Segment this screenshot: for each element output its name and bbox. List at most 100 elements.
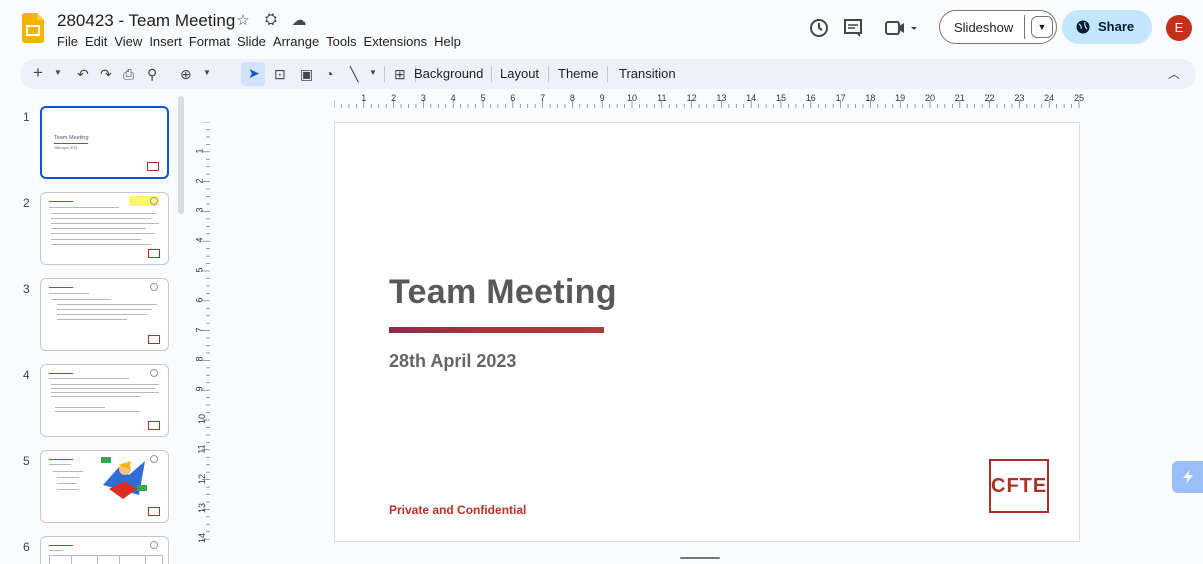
print-icon[interactable]: ⎙ xyxy=(123,66,134,83)
thumb-line xyxy=(55,407,105,408)
thumb-accent xyxy=(49,201,73,202)
ruler-label: 23 xyxy=(1014,93,1025,103)
collapse-toolbar-icon[interactable]: ︿ xyxy=(1168,65,1180,82)
zoom-dropdown-icon[interactable]: ▼ xyxy=(203,68,211,77)
menu-file[interactable]: File xyxy=(57,34,83,49)
thumb-title: Team Meeting xyxy=(54,135,89,141)
thumb-date: 28th April 2023 xyxy=(54,146,78,150)
ruler-label: 16 xyxy=(805,93,816,103)
insert-image-icon[interactable]: ▣ xyxy=(300,66,313,83)
slide-canvas[interactable]: Team Meeting 28th April 2023 Private and… xyxy=(334,122,1080,542)
ruler-label: 3 xyxy=(194,207,205,213)
share-button[interactable]: Share xyxy=(1062,10,1152,44)
document-title[interactable]: 280423 - Team Meeting xyxy=(57,11,235,31)
thumb-line xyxy=(57,489,79,490)
ruler-label: 6 xyxy=(194,297,205,303)
thumb-accent xyxy=(49,459,73,460)
theme-button[interactable]: Theme xyxy=(558,66,598,81)
ruler-label: 13 xyxy=(197,503,208,514)
ruler-label: 9 xyxy=(599,93,605,103)
ruler-label: 10 xyxy=(197,413,208,425)
slideshow-label: Slideshow xyxy=(954,20,1014,35)
transition-button[interactable]: Transition xyxy=(619,66,676,81)
thumb-table-col xyxy=(71,555,72,564)
filmstrip-scrollbar[interactable] xyxy=(178,96,184,214)
ruler-label: 1 xyxy=(194,148,205,154)
slide-thumbnail-1[interactable]: Team Meeting 28th April 2023 xyxy=(40,106,169,179)
slide-number: 4 xyxy=(23,368,30,382)
menu-help[interactable]: Help xyxy=(434,34,466,49)
horizontal-ruler: 1 2 3 4 5 6 7 8 9 10 11 12 13 14 15 16 17 18 19 20 21 22 23 24 2… xyxy=(334,92,1084,109)
menu-view[interactable]: View xyxy=(114,34,147,49)
new-slide-dropdown-icon[interactable]: ▼ xyxy=(54,68,62,77)
ruler-label: 2 xyxy=(391,93,397,103)
slide-thumbnail-3[interactable] xyxy=(40,278,169,351)
slide-thumbnail-6[interactable] xyxy=(40,536,169,564)
thumb-accent xyxy=(49,545,73,546)
thumb-icon xyxy=(150,283,158,291)
slide-thumbnail-4[interactable] xyxy=(40,364,169,437)
shape-icon[interactable]: ◔ xyxy=(325,66,333,82)
menu-format[interactable]: Format xyxy=(189,34,235,49)
menu-arrange[interactable]: Arrange xyxy=(273,34,324,49)
thumb-logo xyxy=(147,162,159,171)
account-avatar[interactable]: E xyxy=(1166,15,1192,41)
slide-thumbnail-2[interactable] xyxy=(40,192,169,265)
slide-thumbnail-5[interactable] xyxy=(40,450,169,523)
title-underline[interactable] xyxy=(389,327,604,333)
cloud-status-icon[interactable]: ☁ xyxy=(290,11,308,29)
menu-insert[interactable]: Insert xyxy=(149,34,187,49)
toolbar-divider xyxy=(491,66,492,82)
thumb-table-col xyxy=(145,555,146,564)
zoom-icon[interactable]: ⊕ xyxy=(180,66,192,83)
thumb-table-col xyxy=(119,555,120,564)
text-box-icon[interactable]: ⊡ xyxy=(274,66,286,83)
slideshow-button[interactable]: Slideshow ▼ xyxy=(939,10,1057,44)
cfte-logo[interactable]: CFTE xyxy=(989,459,1049,513)
ruler-label: 21 xyxy=(954,93,965,103)
speaker-notes-handle[interactable] xyxy=(680,557,720,559)
move-to-drive-icon[interactable]: ⛭ xyxy=(262,11,280,29)
comments-icon[interactable] xyxy=(842,17,864,39)
ruler-label: 17 xyxy=(835,93,846,103)
thumb-line xyxy=(57,483,77,484)
insert-comment-icon[interactable]: ⊞ xyxy=(394,66,406,83)
meet-call-icon[interactable] xyxy=(884,17,920,39)
layout-button[interactable]: Layout xyxy=(500,66,539,81)
new-slide-icon[interactable]: + xyxy=(33,63,43,83)
slide-date[interactable]: 28th April 2023 xyxy=(389,351,516,372)
slides-logo-icon[interactable] xyxy=(22,13,44,43)
slideshow-dropdown-icon[interactable]: ▼ xyxy=(1031,16,1053,38)
thumb-line xyxy=(57,319,127,320)
confidential-footer[interactable]: Private and Confidential xyxy=(389,503,526,517)
side-panel-toggle[interactable] xyxy=(1172,461,1203,493)
menu-edit[interactable]: Edit xyxy=(85,34,112,49)
thumb-line xyxy=(51,239,141,240)
thumb-cartoon-image xyxy=(99,455,149,501)
background-button[interactable]: Background xyxy=(414,66,483,81)
menu-slide[interactable]: Slide xyxy=(237,34,271,49)
thumb-logo xyxy=(148,507,160,516)
thumb-line xyxy=(51,218,151,219)
ruler-label: 9 xyxy=(194,386,205,392)
thumb-underline xyxy=(54,143,88,144)
menu-bar: File Edit View Insert Format Slide Arran… xyxy=(57,34,468,49)
thumb-line xyxy=(49,207,119,208)
ruler-label: 5 xyxy=(194,267,205,273)
thumb-line xyxy=(51,213,156,214)
line-dropdown-icon[interactable]: ▼ xyxy=(369,68,377,77)
star-icon[interactable]: ☆ xyxy=(234,11,252,29)
menu-tools[interactable]: Tools xyxy=(326,34,361,49)
redo-icon[interactable]: ↷ xyxy=(100,66,112,83)
paint-format-icon[interactable]: ⚲ xyxy=(147,66,157,83)
ruler-label: 12 xyxy=(197,473,208,484)
slide-title[interactable]: Team Meeting xyxy=(389,273,617,312)
version-history-icon[interactable] xyxy=(808,17,830,39)
menu-extensions[interactable]: Extensions xyxy=(364,34,433,49)
slideshow-divider xyxy=(1024,15,1025,39)
select-cursor-icon: ➤ xyxy=(248,65,260,81)
line-icon[interactable]: ╲ xyxy=(350,66,358,83)
thumb-line xyxy=(49,293,89,294)
thumb-logo xyxy=(148,421,160,430)
undo-icon[interactable]: ↶ xyxy=(77,66,89,83)
